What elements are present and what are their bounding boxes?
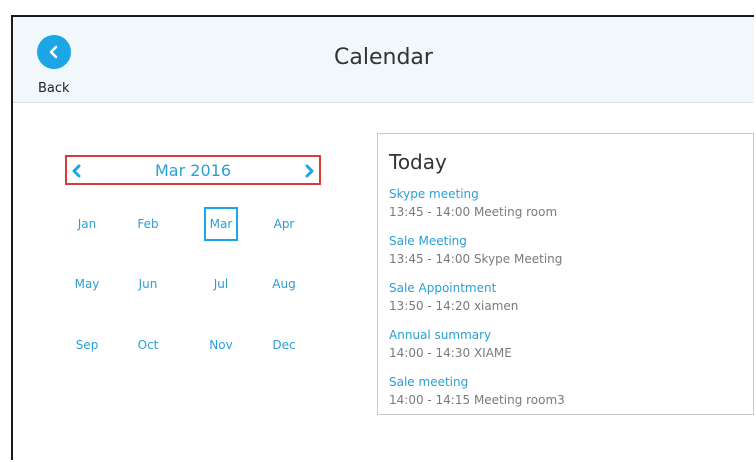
event-item[interactable]: Sale meeting 14:00 - 14:15 Meeting room3: [389, 374, 565, 408]
event-item[interactable]: Sale Meeting 13:45 - 14:00 Skype Meeting: [389, 233, 562, 267]
event-detail: 13:45 - 14:00 Meeting room: [389, 205, 558, 219]
event-name: Annual summary: [389, 328, 492, 342]
month-cell-sep[interactable]: Sep: [70, 328, 104, 362]
event-item[interactable]: Annual summary 14:00 - 14:30 XIAME: [389, 327, 512, 361]
event-detail: 13:50 - 14:20 xiamen: [389, 299, 519, 313]
month-cell-feb[interactable]: Feb: [131, 207, 165, 241]
month-cell-may[interactable]: May: [70, 267, 104, 301]
month-cell-oct[interactable]: Oct: [131, 328, 165, 362]
month-cell-nov[interactable]: Nov: [204, 328, 238, 362]
month-cell-dec[interactable]: Dec: [267, 328, 301, 362]
month-cell-mar[interactable]: Mar: [204, 207, 238, 241]
event-detail: 14:00 - 14:30 XIAME: [389, 346, 512, 360]
today-panel: Today Skype meeting 13:45 - 14:00 Meetin…: [377, 133, 754, 415]
back-label[interactable]: Back: [38, 81, 70, 96]
event-name: Sale Appointment: [389, 281, 497, 295]
event-name: Sale meeting: [389, 375, 469, 389]
event-item[interactable]: Sale Appointment 13:50 - 14:20 xiamen: [389, 280, 518, 314]
event-name: Sale Meeting: [389, 234, 467, 248]
month-cell-aug[interactable]: Aug: [267, 267, 301, 301]
month-cell-jul[interactable]: Jul: [204, 267, 238, 301]
today-title: Today: [389, 150, 447, 174]
next-month-icon[interactable]: [302, 164, 316, 178]
month-navigator: Mar 2016: [65, 155, 321, 185]
current-month-label: Mar 2016: [155, 161, 231, 180]
month-cell-jan[interactable]: Jan: [70, 207, 104, 241]
event-detail: 14:00 - 14:15 Meeting room3: [389, 393, 565, 407]
event-item[interactable]: Skype meeting 13:45 - 14:00 Meeting room: [389, 186, 557, 220]
month-cell-jun[interactable]: Jun: [131, 267, 165, 301]
header-bar: Back Calendar: [13, 17, 754, 103]
calendar-window: Back Calendar Mar 2016 Jan Feb Mar Apr M…: [11, 15, 754, 460]
event-name: Skype meeting: [389, 187, 479, 201]
month-cell-apr[interactable]: Apr: [267, 207, 301, 241]
event-detail: 13:45 - 14:00 Skype Meeting: [389, 252, 563, 266]
page-title: Calendar: [334, 45, 433, 70]
